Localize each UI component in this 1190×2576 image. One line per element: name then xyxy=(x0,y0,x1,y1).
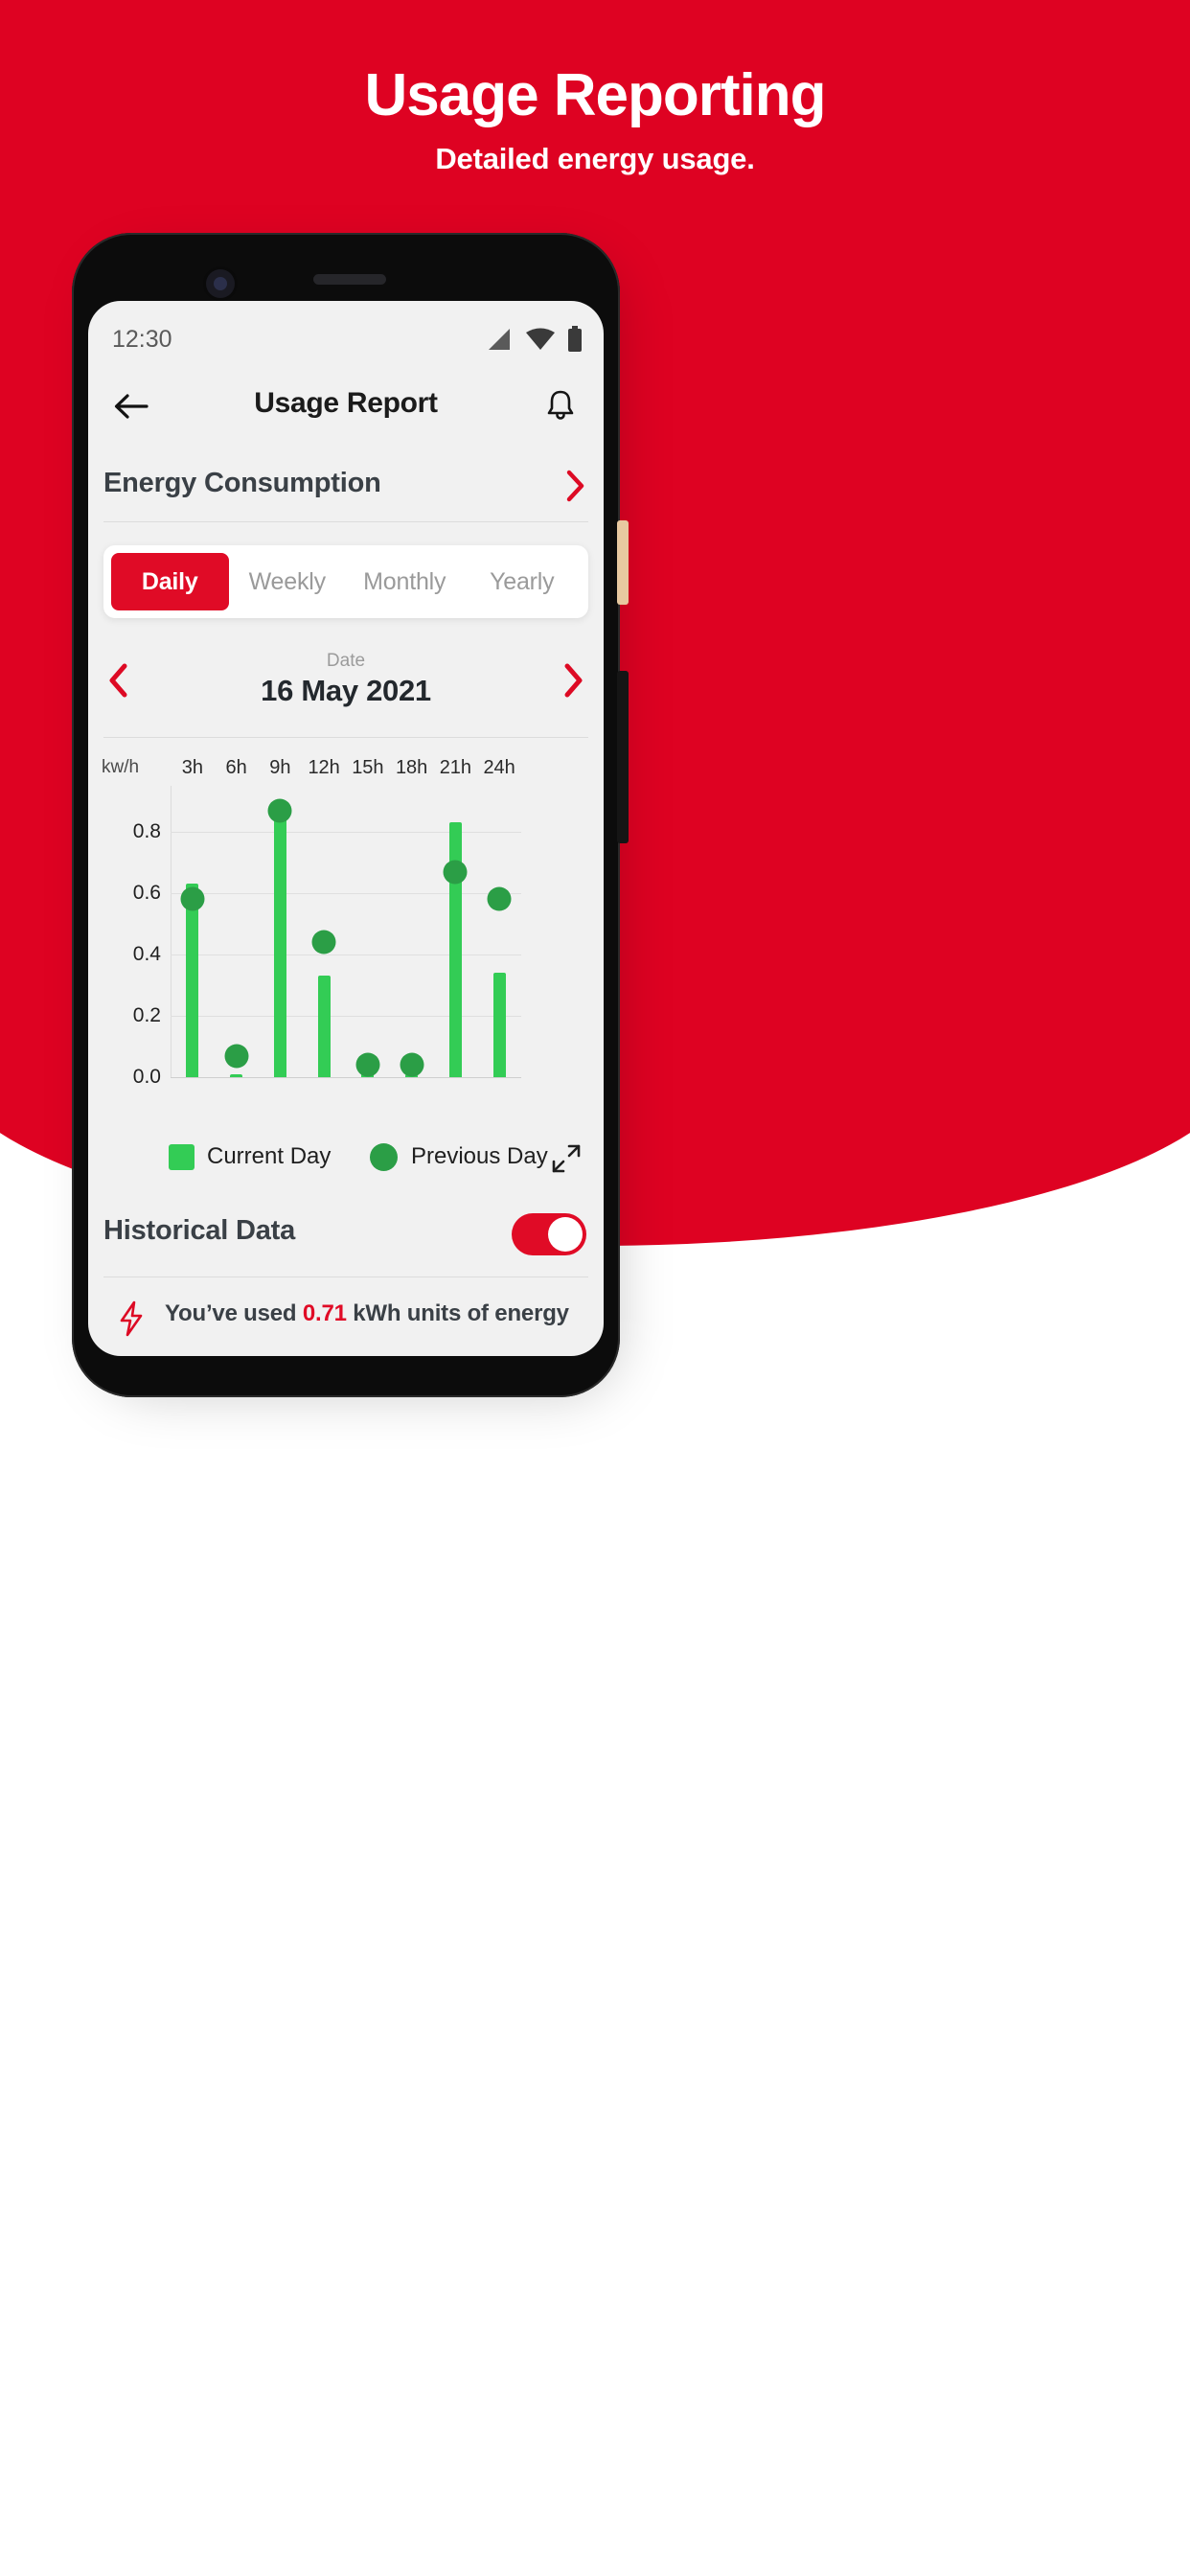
chart-gridline xyxy=(171,832,521,833)
phone-screen: 12:30 Usage Report Energy Consumption Da… xyxy=(88,301,604,1356)
chart-point xyxy=(180,886,205,911)
chart-x-axis-labels: kw/h 3h 6h 9h 12h 15h 18h 21h 24h xyxy=(88,751,604,784)
legend-current-label: Current Day xyxy=(207,1143,332,1169)
chart-plot-area xyxy=(171,786,521,1078)
usage-summary: You’ve used 0.71 kWh units of energy xyxy=(88,1298,604,1355)
notification-button[interactable] xyxy=(538,383,583,427)
usage-amount: 0.71 xyxy=(302,1300,347,1326)
x-tick-24h: 24h xyxy=(483,757,515,778)
status-icons xyxy=(487,326,583,353)
phone-earpiece-speaker xyxy=(313,274,386,285)
chart-legend: Current Day Previous Day xyxy=(88,1131,604,1184)
tab-monthly[interactable]: Monthly xyxy=(346,553,464,610)
date-caption: Date xyxy=(326,651,366,671)
legend-current-swatch xyxy=(169,1144,195,1170)
tab-yearly[interactable]: Yearly xyxy=(464,553,582,610)
historical-data-label: Historical Data xyxy=(103,1215,296,1246)
chart-bar xyxy=(273,810,286,1077)
divider-date xyxy=(103,737,588,738)
chart-expand-button[interactable] xyxy=(550,1142,583,1175)
phone-front-camera xyxy=(206,269,235,298)
divider-top xyxy=(103,521,588,522)
x-tick-21h: 21h xyxy=(439,757,472,778)
chart-point xyxy=(224,1044,249,1069)
tab-daily[interactable]: Daily xyxy=(111,553,229,610)
page-subtitle: Detailed energy usage. xyxy=(435,142,755,175)
date-value: 16 May 2021 xyxy=(261,674,431,707)
historical-data-row[interactable]: Historical Data xyxy=(88,1194,604,1276)
divider-bottom xyxy=(103,1276,588,1277)
chart-bar xyxy=(317,976,331,1077)
usage-summary-text: You’ve used 0.71 kWh units of energy xyxy=(165,1300,569,1327)
battery-icon xyxy=(567,326,583,353)
tab-weekly[interactable]: Weekly xyxy=(229,553,347,610)
y-tick-2: 0.4 xyxy=(132,943,161,965)
chevron-right-icon xyxy=(566,470,584,502)
chart-unit-label: kw/h xyxy=(102,757,140,777)
historical-data-toggle[interactable] xyxy=(512,1213,586,1255)
status-time: 12:30 xyxy=(112,326,172,353)
y-tick-1: 0.2 xyxy=(132,1004,161,1026)
signal-icon xyxy=(487,327,514,352)
chart-bar xyxy=(186,884,199,1077)
toggle-knob xyxy=(548,1217,583,1252)
chart-bar xyxy=(492,973,506,1077)
status-bar: 12:30 xyxy=(88,318,604,364)
chart-point xyxy=(311,930,336,954)
chart-gridline xyxy=(171,1016,521,1017)
legend-previous-swatch xyxy=(370,1143,398,1171)
bell-icon xyxy=(547,390,574,420)
screenshot-root: Usage Reporting Detailed energy usage. 1… xyxy=(0,0,1190,2576)
chart-point xyxy=(355,1052,380,1077)
chart-gridline xyxy=(171,954,521,955)
chart-x-axis-line xyxy=(171,1077,521,1078)
lightning-bolt-icon xyxy=(115,1300,148,1343)
phone-power-button[interactable] xyxy=(617,671,629,843)
chevron-right-icon xyxy=(564,663,583,698)
x-tick-12h: 12h xyxy=(308,757,340,778)
x-tick-3h: 3h xyxy=(181,757,203,778)
x-tick-15h: 15h xyxy=(352,757,384,778)
legend-previous-label: Previous Day xyxy=(411,1143,548,1169)
wifi-icon xyxy=(525,327,556,352)
chart-gridline xyxy=(171,893,521,894)
expand-diagonal-icon xyxy=(552,1144,581,1173)
date-next-button[interactable] xyxy=(561,662,584,703)
period-tabs: Daily Weekly Monthly Yearly xyxy=(103,545,588,618)
energy-consumption-row[interactable]: Energy Consumption xyxy=(88,450,604,521)
chart-point xyxy=(400,1052,424,1077)
usage-suffix: kWh units of energy xyxy=(346,1300,569,1326)
y-tick-4: 0.8 xyxy=(132,820,161,842)
app-bar: Usage Report xyxy=(88,368,604,445)
date-navigator: Date 16 May 2021 xyxy=(88,632,604,737)
x-tick-18h: 18h xyxy=(395,757,428,778)
app-bar-title: Usage Report xyxy=(254,387,438,419)
energy-consumption-label: Energy Consumption xyxy=(103,468,381,498)
phone-volume-button[interactable] xyxy=(617,520,629,605)
y-tick-3: 0.6 xyxy=(132,882,161,904)
page-title: Usage Reporting xyxy=(364,62,826,128)
chart-point xyxy=(443,860,468,885)
energy-consumption-chevron[interactable] xyxy=(565,470,586,507)
chart-point xyxy=(267,798,292,823)
y-tick-0: 0.0 xyxy=(132,1066,161,1088)
chart-point xyxy=(487,886,512,911)
usage-chart[interactable]: kw/h 3h 6h 9h 12h 15h 18h 21h 24h 0.0 0.… xyxy=(88,751,604,1125)
x-tick-6h: 6h xyxy=(225,757,247,778)
usage-prefix: You’ve used xyxy=(165,1300,303,1326)
x-tick-9h: 9h xyxy=(269,757,291,778)
